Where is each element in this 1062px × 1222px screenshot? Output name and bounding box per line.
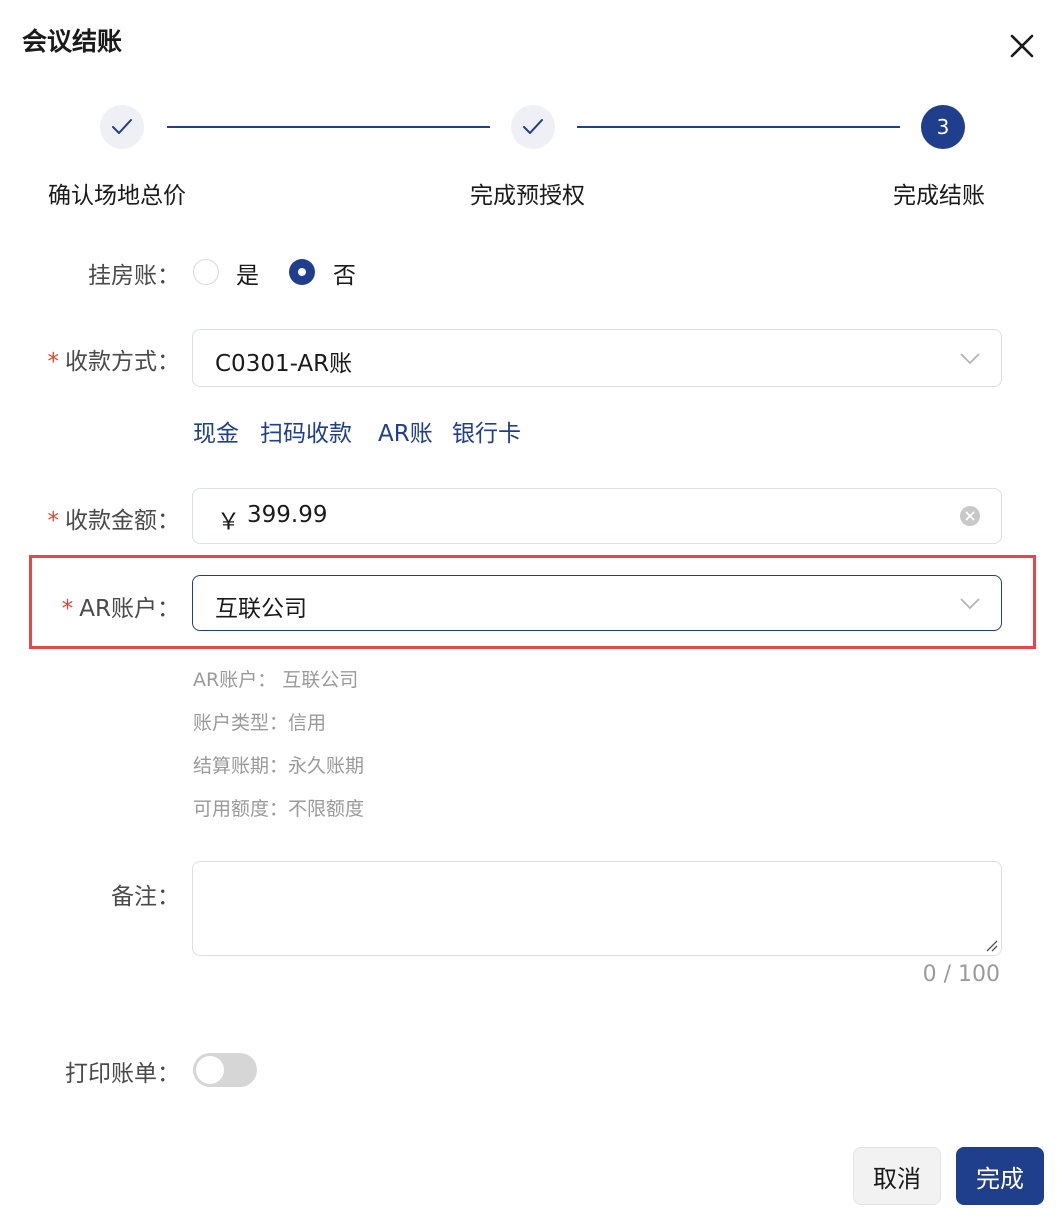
amount-value: 399.99 bbox=[247, 502, 328, 528]
required-mark: * bbox=[47, 349, 60, 375]
step-connector bbox=[167, 126, 490, 128]
close-icon[interactable] bbox=[1004, 28, 1040, 64]
ar-account-label: * AR账户： bbox=[0, 589, 180, 623]
hang-room-yes-radio[interactable] bbox=[193, 259, 219, 285]
remark-textarea[interactable] bbox=[192, 861, 1002, 956]
remark-label: 备注： bbox=[111, 884, 180, 910]
remark-counter: 0 / 100 bbox=[922, 962, 1000, 987]
hang-room-no-radio[interactable] bbox=[289, 259, 315, 285]
step-3-label: 完成结账 bbox=[893, 183, 985, 209]
step-1-label: 确认场地总价 bbox=[48, 183, 186, 209]
quick-option-scan[interactable]: 扫码收款 bbox=[260, 414, 352, 448]
settlement-period-detail: 结算账期：永久账期 bbox=[193, 755, 365, 777]
chevron-down-icon bbox=[960, 353, 980, 365]
cancel-button[interactable]: 取消 bbox=[853, 1147, 941, 1205]
amount-input[interactable]: ￥ 399.99 bbox=[192, 488, 1002, 544]
step-3-number: 3 bbox=[921, 105, 965, 149]
currency-symbol: ￥ bbox=[217, 509, 240, 535]
hang-room-label: 挂房账： bbox=[88, 263, 180, 289]
dialog-title: 会议结账 bbox=[22, 27, 123, 56]
payment-method-value: C0301-AR账 bbox=[215, 351, 353, 377]
step-connector bbox=[577, 126, 900, 128]
required-mark: * bbox=[61, 596, 74, 622]
available-credit-detail: 可用额度：不限额度 bbox=[193, 798, 365, 820]
quick-option-ar[interactable]: AR账 bbox=[378, 414, 433, 448]
confirm-button[interactable]: 完成 bbox=[956, 1147, 1044, 1205]
print-bill-switch[interactable] bbox=[193, 1053, 257, 1087]
amount-label: * 收款金额： bbox=[0, 501, 181, 535]
payment-method-label: * 收款方式： bbox=[0, 342, 181, 376]
step-2-check-icon bbox=[511, 105, 555, 149]
ar-account-select[interactable]: 互联公司 bbox=[192, 575, 1002, 631]
ar-account-value: 互联公司 bbox=[215, 596, 307, 622]
quick-option-cash[interactable]: 现金 bbox=[193, 414, 239, 448]
resize-handle-icon[interactable] bbox=[985, 939, 999, 953]
step-1-check-icon bbox=[100, 105, 144, 149]
ar-account-label-text: AR账户： bbox=[79, 596, 180, 622]
amount-label-text: 收款金额： bbox=[65, 508, 180, 534]
switch-knob bbox=[196, 1056, 224, 1084]
checkout-dialog: 会议结账 3 确认场地总价 完成预授权 完成结账 挂房账： 是 否 * 收款方式：… bbox=[0, 0, 1062, 1222]
required-mark: * bbox=[47, 508, 60, 534]
step-2-label: 完成预授权 bbox=[470, 183, 585, 209]
hang-room-yes-text: 是 bbox=[236, 263, 259, 289]
chevron-down-icon bbox=[960, 598, 980, 610]
payment-method-label-text: 收款方式： bbox=[65, 349, 180, 375]
hang-room-no-text: 否 bbox=[333, 263, 356, 289]
payment-method-select[interactable]: C0301-AR账 bbox=[192, 329, 1002, 387]
account-type-detail: 账户类型：信用 bbox=[193, 712, 327, 734]
clear-icon[interactable] bbox=[959, 505, 981, 527]
quick-option-bankcard[interactable]: 银行卡 bbox=[452, 414, 521, 448]
print-bill-label: 打印账单： bbox=[65, 1061, 180, 1087]
ar-account-detail: AR账户： 互联公司 bbox=[193, 669, 359, 691]
